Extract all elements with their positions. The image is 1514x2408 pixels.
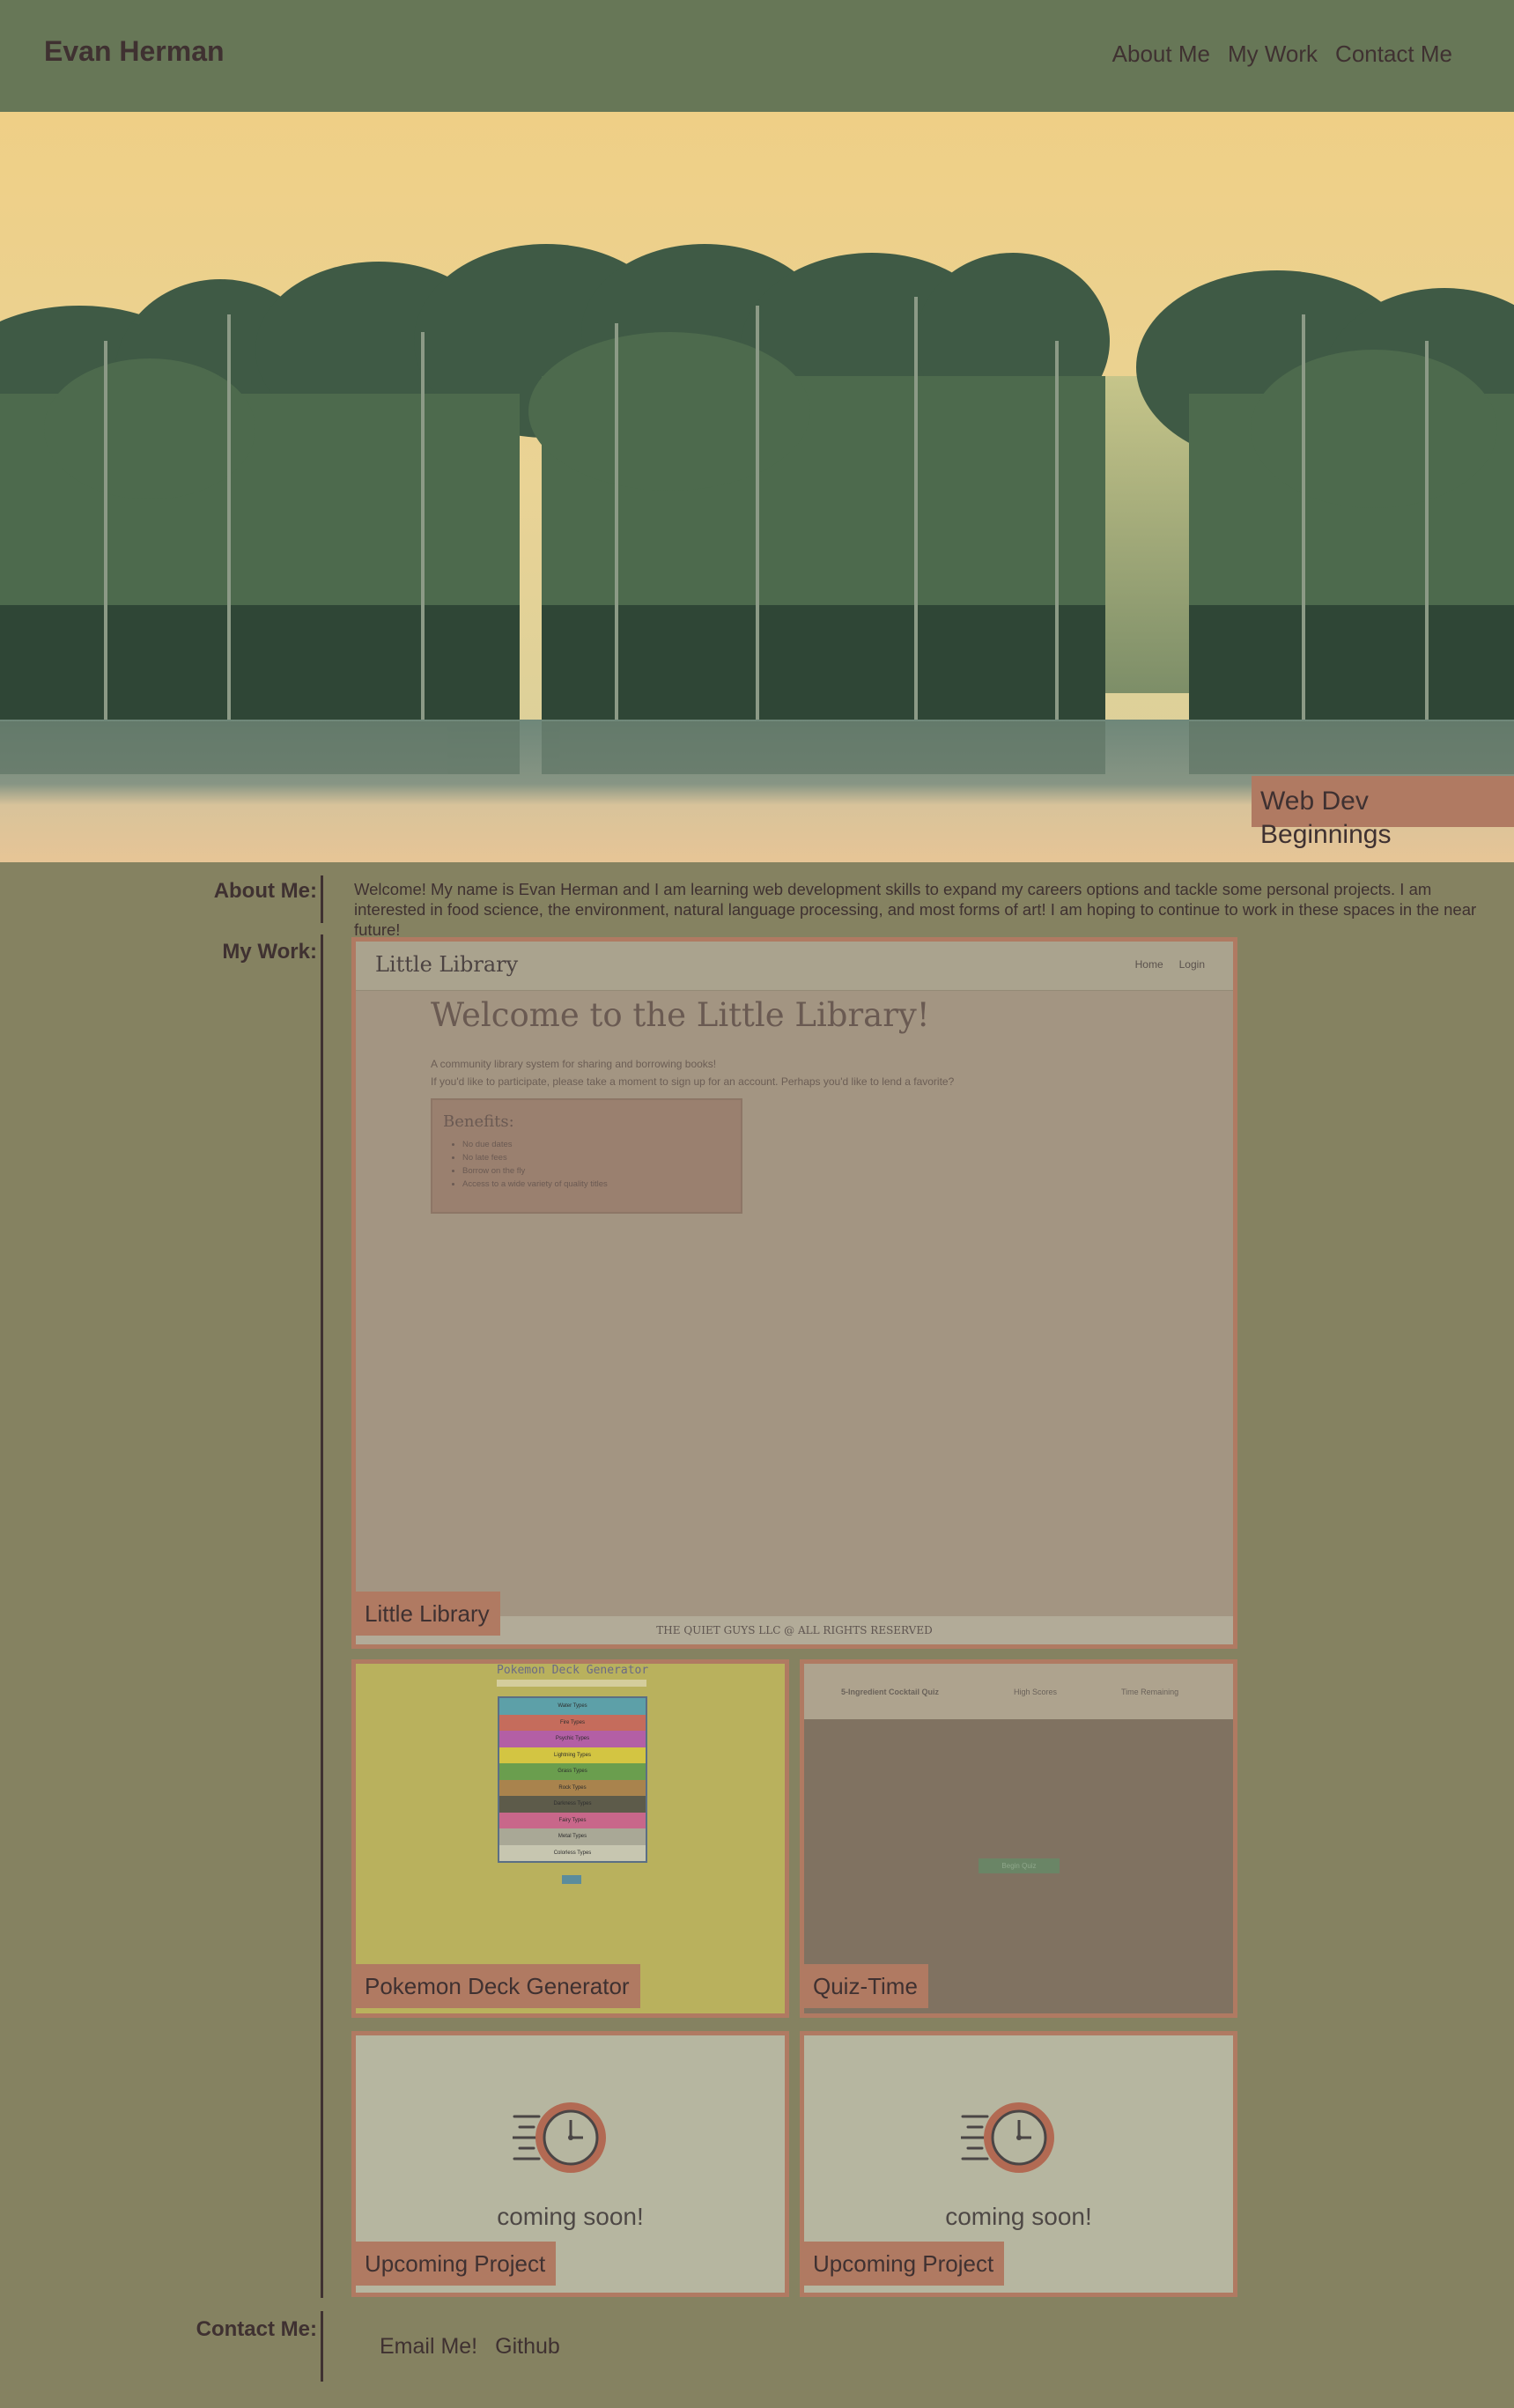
email-link[interactable]: Email Me! [380, 2334, 477, 2360]
preview-type-row: Water Types [499, 1698, 646, 1715]
preview-type-row: Psychic Types [499, 1731, 646, 1747]
stopwatch-icon [961, 2102, 1054, 2173]
preview-intro-1: A community library system for sharing a… [431, 1058, 717, 1070]
list-item: No late fees [462, 1151, 608, 1164]
preview-navbar: Little Library Home Login [356, 942, 1233, 991]
my-work-label: My Work: [222, 940, 317, 964]
preview-heading: Welcome to the Little Library! [431, 996, 930, 1034]
coming-soon-text: coming soon! [497, 2203, 644, 2230]
preview-navbar: 5-Ingredient Cocktail Quiz High Scores T… [804, 1664, 1233, 1719]
site-title: Evan Herman [44, 35, 225, 67]
list-item: Access to a wide variety of quality titl… [462, 1178, 608, 1191]
preview-title: 5-Ingredient Cocktail Quiz [841, 1688, 940, 1696]
project-label: Upcoming Project [356, 2242, 557, 2286]
preview-type-row: Metal Types [499, 1828, 646, 1845]
preview-brand: Little Library [375, 952, 519, 977]
list-item: Borrow on the fly [462, 1164, 608, 1178]
jungle-landscape-image [0, 112, 1514, 862]
preview-time-remaining: Time Remaining [1121, 1688, 1179, 1696]
preview-nav-home: Home [1134, 958, 1163, 971]
project-card-pokemon-deck-generator[interactable]: Pokemon Deck Generator Water Types Fire T… [351, 1659, 789, 2018]
nav-about-me[interactable]: About Me [1112, 41, 1210, 68]
preview-type-row: Fire Types [499, 1714, 646, 1731]
about-text: Welcome! My name is Evan Herman and I am… [354, 880, 1477, 939]
project-card-upcoming-1[interactable]: coming soon! Upcoming Project [351, 2031, 789, 2297]
hero-badge: Web Dev Beginnings [1252, 776, 1514, 849]
contact-label: Contact Me: [196, 2317, 317, 2341]
main-nav: About Me My Work Contact Me [1112, 41, 1452, 68]
nav-contact-me[interactable]: Contact Me [1335, 41, 1452, 68]
project-label: Pokemon Deck Generator [356, 1964, 640, 2008]
preview-type-row: Darkness Types [499, 1796, 646, 1813]
preview-title: Pokemon Deck Generator [497, 1664, 649, 1677]
my-work-divider [321, 934, 323, 2298]
coming-soon-text: coming soon! [945, 2203, 1092, 2230]
site-header: Evan Herman About Me My Work Contact Me [0, 0, 1514, 112]
contact-divider [321, 2311, 323, 2382]
project-card-quiz-time[interactable]: 5-Ingredient Cocktail Quiz High Scores T… [800, 1659, 1237, 2018]
preview-type-row: Grass Types [499, 1763, 646, 1780]
preview-intro-2: If you'd like to participate, please tak… [431, 1075, 955, 1088]
stopwatch-icon [513, 2102, 606, 2173]
project-card-upcoming-2[interactable]: coming soon! Upcoming Project [800, 2031, 1237, 2297]
preview-begin-button: Begin Quiz [979, 1858, 1060, 1873]
preview-nav-login: Login [1178, 958, 1205, 971]
preview-benefits-box: Benefits: No due dates No late fees Borr… [431, 1098, 742, 1214]
preview-type-row: Colorless Types [499, 1844, 646, 1861]
preview-input [497, 1680, 646, 1687]
preview-submit-button [562, 1875, 581, 1884]
project-label: Upcoming Project [804, 2242, 1005, 2286]
preview-benefits-list: No due dates No late fees Borrow on the … [462, 1138, 608, 1191]
contact-links: Email Me! Github [380, 2334, 560, 2360]
project-label: Quiz-Time [804, 1964, 928, 2008]
preview-high-scores: High Scores [1014, 1688, 1058, 1696]
about-divider [321, 875, 323, 923]
project-label: Little Library [356, 1592, 500, 1636]
preview-benefits-title: Benefits: [443, 1112, 514, 1131]
preview-type-list: Water Types Fire Types Psychic Types Lightn… [498, 1696, 647, 1863]
about-label: About Me: [213, 879, 317, 903]
github-link[interactable]: Github [495, 2334, 560, 2360]
hero-image: Web Dev Beginnings [0, 112, 1514, 862]
preview-type-row: Fairy Types [499, 1812, 646, 1828]
preview-type-row: Rock Types [499, 1779, 646, 1796]
nav-my-work[interactable]: My Work [1228, 41, 1318, 68]
preview-nav: Home Login [1135, 958, 1205, 971]
project-card-little-library[interactable]: Little Library Home Login Welcome to the… [351, 937, 1237, 1649]
list-item: No due dates [462, 1138, 608, 1151]
preview-type-row: Lightning Types [499, 1747, 646, 1763]
